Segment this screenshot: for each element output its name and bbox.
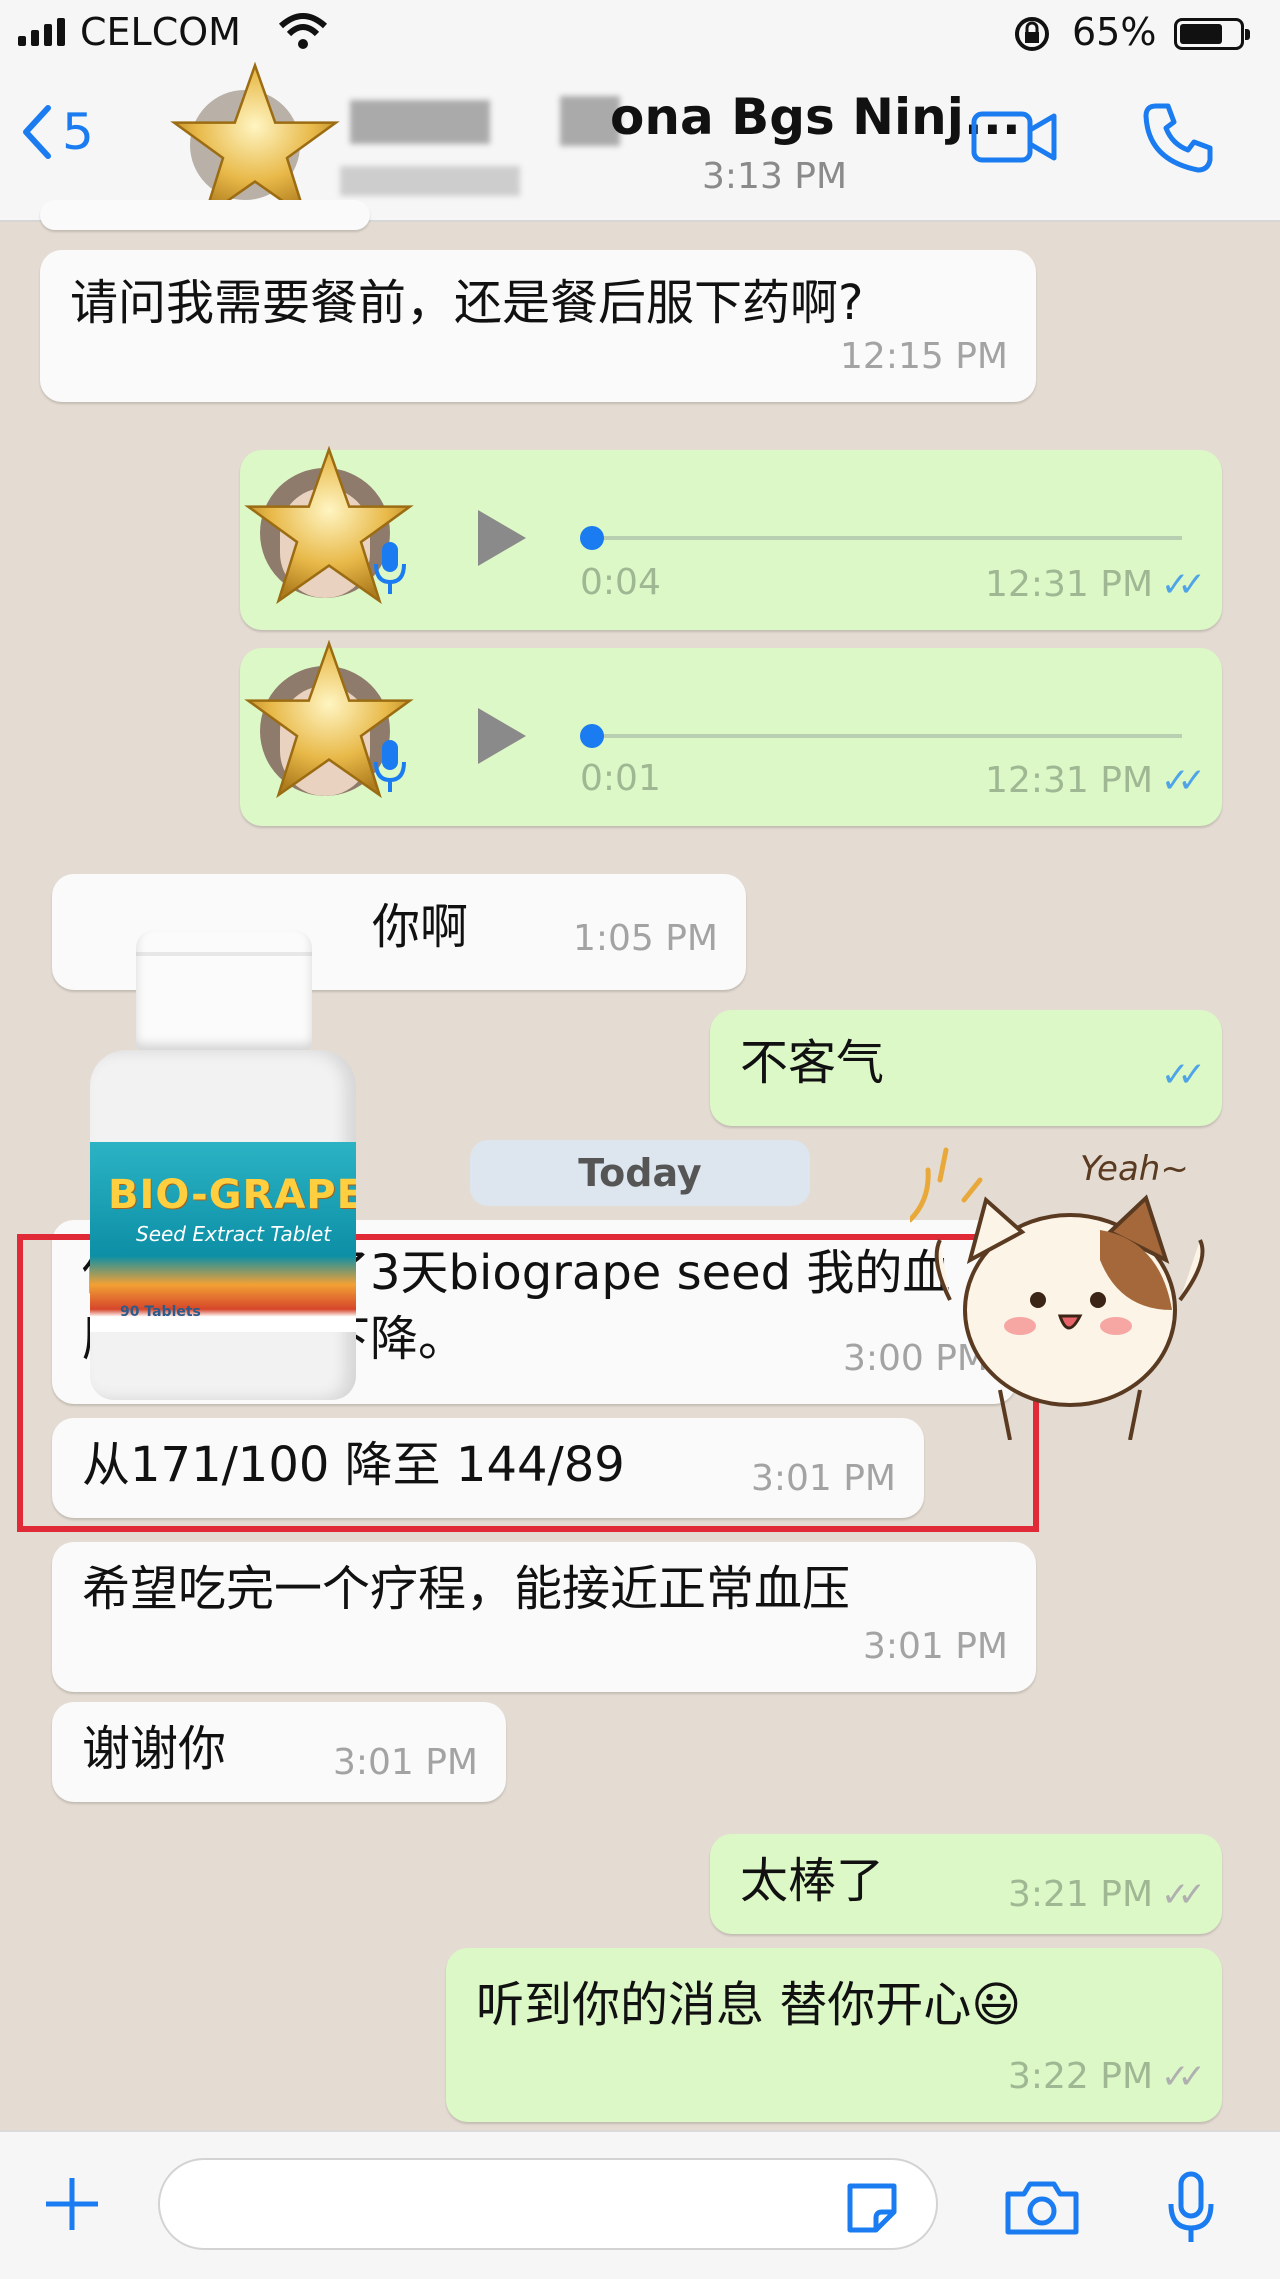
star-sticker-icon (244, 640, 414, 799)
chat-area[interactable]: 请问我需要餐前，还是餐后服下药啊? 12:15 PM 0:04 12:31 PM… (0, 200, 1280, 2130)
delivered-receipt-icon: ✓✓ (1161, 2057, 1206, 2097)
message-bubble[interactable]: 请问我需要餐前，还是餐后服下药啊? 12:15 PM (40, 250, 1036, 402)
status-bar: CELCOM 65% (0, 0, 1280, 70)
voice-progress-track[interactable] (590, 734, 1182, 738)
message-bubble[interactable]: 希望吃完一个疗程，能接近正常血压 3:01 PM (52, 1542, 1036, 1692)
message-bubble[interactable]: 太棒了 3:21 PM ✓✓ (710, 1834, 1222, 1934)
read-receipt-icon: ✓✓ (1161, 761, 1206, 801)
star-sticker-icon (170, 62, 340, 221)
camera-icon[interactable] (1002, 2178, 1082, 2238)
wifi-icon (278, 13, 328, 49)
last-seen: 3:13 PM (702, 156, 848, 197)
redacted-name (350, 100, 490, 144)
message-time: 3:22 PM ✓✓ (1008, 2044, 1206, 2110)
message-bubble[interactable]: 谢谢你 3:01 PM (52, 1702, 506, 1802)
back-button[interactable]: 5 (20, 102, 94, 162)
voice-duration: 0:01 (580, 758, 661, 799)
message-time: 3:01 PM (332, 1742, 478, 1783)
battery-icon (1174, 18, 1250, 50)
message-time: 12:31 PM ✓✓ (985, 552, 1206, 618)
message-time: 12:31 PM ✓✓ (985, 748, 1206, 814)
message-time: 3:01 PM (862, 1626, 1008, 1667)
sticker-text: Yeah~ (1080, 1149, 1189, 1189)
redacted-status (340, 166, 520, 196)
message-time: 1:05 PM (572, 918, 718, 959)
message-bubble[interactable]: 不客气 ✓✓ (710, 1010, 1222, 1126)
plus-icon[interactable] (42, 2174, 102, 2234)
video-call-icon[interactable] (970, 106, 1058, 168)
delivered-receipt-icon: ✓✓ (1161, 1875, 1206, 1915)
unread-count: 5 (62, 103, 94, 161)
product-brand: BIO-GRAPE (108, 1172, 356, 1218)
bottle-body: BIO-GRAPE Seed Extract Tablet 90 Tablets (90, 1050, 356, 1400)
message-time: ✓✓ (1153, 1042, 1206, 1108)
star-sticker-icon (244, 446, 414, 605)
message-text: 不客气 (740, 1035, 885, 1091)
battery-percent: 65% (1072, 10, 1157, 54)
date-divider: Today (470, 1140, 810, 1206)
rotation-lock-icon (1015, 17, 1049, 51)
bottle-cap (136, 930, 312, 1050)
sticker-icon[interactable] (842, 2178, 902, 2238)
message-input-bar (0, 2130, 1280, 2279)
bottle-label: BIO-GRAPE Seed Extract Tablet 90 Tablets (90, 1142, 356, 1332)
chevron-left-icon (23, 105, 51, 159)
play-button[interactable] (478, 510, 526, 566)
read-receipt-icon: ✓✓ (1161, 1055, 1206, 1095)
microphone-icon[interactable] (1166, 2170, 1216, 2246)
cat-sticker-icon: Yeah~ (910, 1147, 1205, 1440)
play-button[interactable] (478, 708, 526, 764)
signal-icon (18, 18, 65, 46)
message-text: 听到你的消息 替你开心😃 (476, 1977, 1022, 2033)
read-receipt-icon: ✓✓ (1161, 565, 1206, 605)
message-time: 3:21 PM ✓✓ (1008, 1862, 1206, 1928)
product-bottle-image: BIO-GRAPE Seed Extract Tablet 90 Tablets (82, 930, 364, 1400)
message-input[interactable] (158, 2158, 938, 2250)
phone-call-icon[interactable] (1138, 98, 1218, 178)
carrier-label: CELCOM (80, 10, 241, 54)
voice-progress-handle[interactable] (580, 526, 604, 550)
voice-progress-track[interactable] (590, 536, 1182, 540)
voice-duration: 0:04 (580, 562, 661, 603)
product-count: 90 Tablets (120, 1304, 201, 1320)
product-subtitle: Seed Extract Tablet (136, 1222, 332, 1246)
message-bubble-partial (40, 200, 370, 230)
message-text: 希望吃完一个疗程，能接近正常血压 (82, 1561, 851, 1617)
contact-name[interactable]: ona Bgs Ninj... (610, 88, 1021, 146)
message-time: 12:15 PM (840, 336, 1008, 377)
voice-progress-handle[interactable] (580, 724, 604, 748)
message-bubble[interactable]: 听到你的消息 替你开心😃 3:22 PM ✓✓ (446, 1948, 1222, 2122)
